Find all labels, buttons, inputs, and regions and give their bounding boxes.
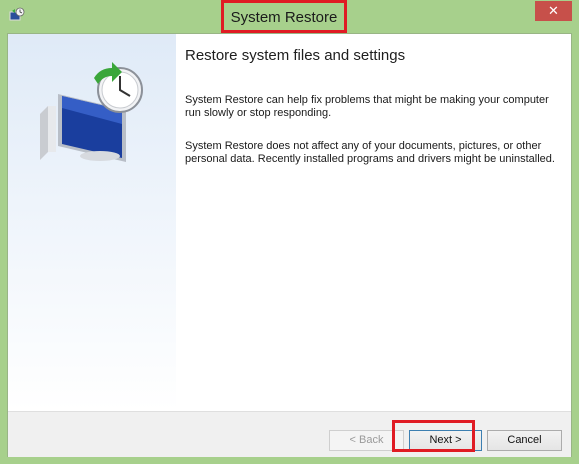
title-highlight-box: System Restore [221, 0, 347, 33]
computer-clock-restore-icon [40, 62, 143, 162]
button-bar: < Back Next > Cancel [8, 411, 571, 457]
dialog-client-area: Restore system files and settings System… [7, 33, 572, 457]
cancel-button[interactable]: Cancel [487, 430, 562, 451]
window-title: System Restore [230, 9, 338, 26]
page-heading: Restore system files and settings [185, 47, 406, 64]
title-bar[interactable]: System Restore ✕ [0, 0, 579, 34]
close-button[interactable]: ✕ [535, 1, 572, 21]
back-button[interactable]: < Back [329, 430, 404, 451]
system-restore-window: System Restore ✕ Restore system files an… [0, 0, 579, 464]
next-button[interactable]: Next > [409, 430, 482, 451]
system-restore-icon [9, 7, 25, 21]
description-paragraph-2: System Restore does not affect any of yo… [185, 140, 555, 165]
description-paragraph-1: System Restore can help fix problems tha… [185, 94, 549, 119]
left-banner [8, 34, 176, 411]
